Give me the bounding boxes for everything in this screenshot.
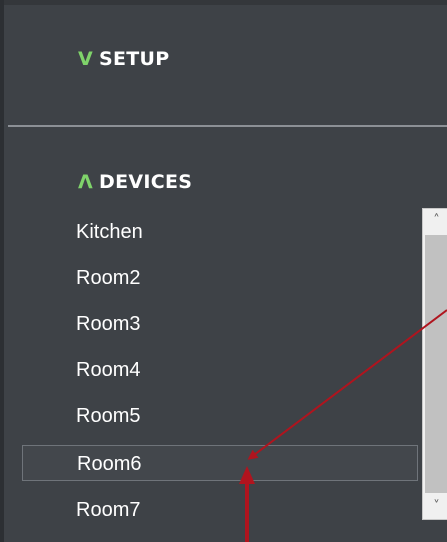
device-item-room3[interactable]: Room3 bbox=[22, 306, 418, 342]
scroll-up-button[interactable]: ˄ bbox=[423, 209, 447, 233]
devices-scrollbar[interactable]: ˄ ˅ bbox=[422, 208, 447, 520]
section-divider bbox=[8, 125, 447, 127]
device-item-room2[interactable]: Room2 bbox=[22, 260, 418, 296]
scroll-down-button[interactable]: ˅ bbox=[423, 495, 447, 519]
section-devices-label: DEVICES bbox=[99, 171, 193, 193]
section-setup-header[interactable]: V SETUP bbox=[78, 48, 170, 70]
chevron-down-icon: ˅ bbox=[433, 499, 440, 514]
devices-list[interactable]: Kitchen Room2 Room3 Room4 Room5 Room6 Ro… bbox=[8, 212, 418, 532]
top-border bbox=[4, 0, 447, 5]
device-item-room5[interactable]: Room5 bbox=[22, 398, 418, 434]
chevron-up-icon: Λ bbox=[78, 171, 94, 193]
chevron-down-icon: V bbox=[78, 48, 94, 70]
sidebar-panel: V SETUP Λ DEVICES Kitchen Room2 Room3 Room… bbox=[0, 0, 447, 542]
section-setup-label: SETUP bbox=[99, 48, 170, 70]
device-item-room4[interactable]: Room4 bbox=[22, 352, 418, 388]
scroll-thumb[interactable] bbox=[425, 235, 447, 493]
chevron-up-icon: ˄ bbox=[433, 213, 440, 228]
device-item-room7[interactable]: Room7 bbox=[22, 492, 418, 528]
device-item-kitchen[interactable]: Kitchen bbox=[22, 214, 418, 250]
bottom-strip bbox=[8, 524, 447, 542]
device-item-room6[interactable]: Room6 bbox=[22, 445, 418, 481]
section-devices-header[interactable]: Λ DEVICES bbox=[78, 171, 192, 193]
